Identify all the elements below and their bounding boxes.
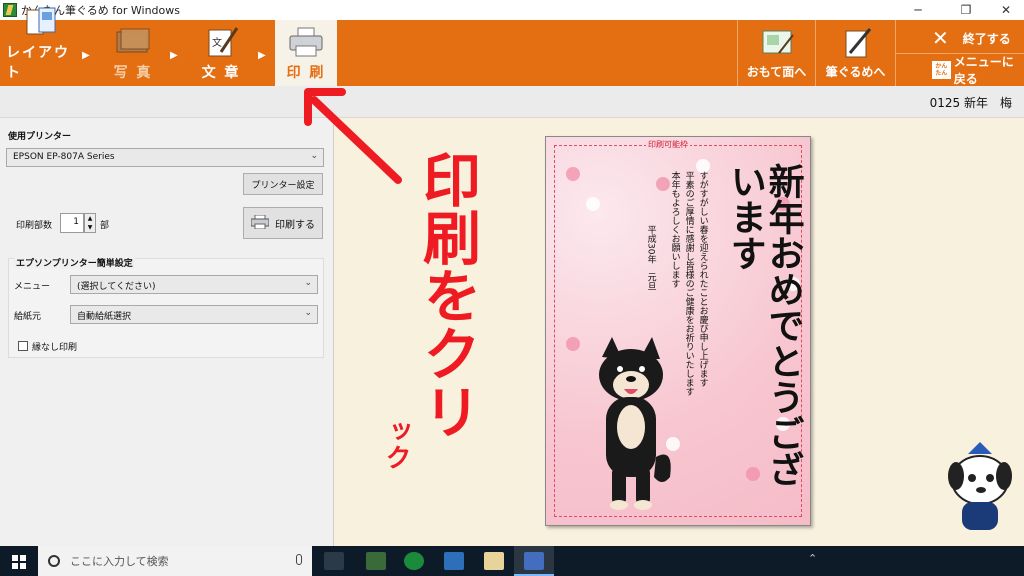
- tab-layout-label: レイアウト: [6, 45, 70, 81]
- text-brush-icon: 文: [199, 24, 243, 60]
- omote-label: おもて面へ: [746, 65, 807, 79]
- taskbar-search-placeholder: ここに入力して検索: [70, 555, 169, 568]
- printer-small-icon: [250, 214, 270, 232]
- tab-layout[interactable]: レイアウト: [6, 7, 76, 86]
- copies-unit: 部: [100, 221, 110, 231]
- mascot-dog-icon: [948, 442, 1012, 530]
- svg-text:文: 文: [212, 36, 222, 49]
- cortana-circle-icon: [48, 555, 60, 567]
- feed-select[interactable]: 自動給紙選択 ⌄: [70, 305, 318, 324]
- app-icon-2[interactable]: [404, 552, 424, 570]
- annotation-text: 印刷をクリ: [413, 150, 481, 440]
- tab-text-label: 文 章: [201, 65, 241, 81]
- windows-taskbar: ここに入力して検索 ⌃: [0, 546, 1024, 576]
- maximize-button[interactable]: ❐: [948, 0, 984, 20]
- windows-start-icon[interactable]: [12, 554, 26, 569]
- chevron-down-icon: ⌄: [304, 308, 312, 318]
- tab-print-label: 印 刷: [286, 65, 326, 81]
- taskbar-search-box[interactable]: ここに入力して検索: [38, 546, 312, 576]
- minimize-button[interactable]: ─: [900, 0, 936, 20]
- document-info-bar: 0125 新年 梅: [0, 86, 1024, 118]
- menu-label: メニュー: [14, 282, 51, 292]
- postcard-preview: 印刷可能枠 新年おめでとうございます すがすがしい春を迎えられたことお慶び申し上…: [545, 136, 811, 526]
- app-icon: [3, 3, 17, 17]
- layout-icon: [19, 4, 63, 40]
- annotation-text-small: ック: [381, 418, 411, 470]
- feed-select-value: 自動給紙選択: [77, 312, 132, 322]
- close-button[interactable]: ✕: [988, 0, 1024, 20]
- print-settings-panel: 使用プリンター EPSON EP-807A Series ⌄ プリンター設定 印…: [0, 118, 334, 546]
- chevron-down-icon: ⌄: [304, 278, 312, 288]
- chevron-up-icon[interactable]: ⌃: [808, 552, 817, 565]
- tab-text[interactable]: 文 文 章: [188, 20, 254, 86]
- menu-select[interactable]: (選択してください) ⌄: [70, 275, 318, 294]
- app-icon-3[interactable]: [444, 552, 464, 570]
- card-message-2: 平素のご厚情に感謝し皆様のご健康をお祈りいたします: [683, 171, 694, 396]
- active-app-highlight: [514, 546, 554, 576]
- annotation-arrow-icon: [304, 88, 402, 184]
- quit-button[interactable]: ✕ 終了する: [924, 26, 1024, 50]
- menu-back-label: メニューに戻る: [953, 55, 1014, 86]
- tab-photo[interactable]: 写 真: [100, 20, 166, 86]
- card-message-1: すがすがしい春を迎えられたことお慶び申し上げます: [697, 171, 708, 387]
- task-view-icon[interactable]: [324, 552, 344, 570]
- chevron-right-icon: ▶: [82, 50, 90, 61]
- fudegurume-icon: [838, 27, 874, 59]
- fudegurume-taskbar-icon[interactable]: [484, 552, 504, 570]
- borderless-checkbox[interactable]: [18, 341, 28, 351]
- print-button-label: 印刷する: [275, 219, 315, 231]
- quit-label: 終了する: [962, 31, 1011, 46]
- copies-input[interactable]: 1: [60, 213, 84, 233]
- fudegurume-label: 筆ぐるめへ: [825, 65, 886, 79]
- borderless-label: 縁なし印刷: [32, 343, 78, 353]
- copies-stepper[interactable]: ▲ ▼: [84, 213, 96, 233]
- photo-icon: [111, 24, 155, 60]
- epson-group-label: エプソンプリンター簡単設定: [14, 256, 135, 269]
- card-date: 平成30年 元旦: [645, 225, 656, 291]
- printer-label: 使用プリンター: [8, 132, 72, 142]
- feed-label: 給紙元: [14, 312, 42, 322]
- postcard-icon: [759, 27, 795, 59]
- menu-select-value: (選択してください): [77, 282, 156, 292]
- printer-icon: [284, 24, 328, 60]
- printer-select[interactable]: EPSON EP-807A Series ⌄: [6, 148, 324, 167]
- fudegurume-button[interactable]: 筆ぐるめへ: [815, 20, 895, 86]
- shiba-dog-illustration: [599, 337, 671, 510]
- menu-back-button[interactable]: かんたん メニューに戻る: [924, 55, 1024, 86]
- title-bar: かんたん筆ぐるめ for Windows ─ ❐ ✕: [0, 0, 1024, 20]
- print-button[interactable]: 印刷する: [243, 207, 323, 239]
- main-toolbar: レイアウト ▶ 写 真 ▶ 文 文 章 ▶ 印 刷 おもて面へ 筆ぐるめへ ✕: [0, 7, 1024, 86]
- document-name: 0125 新年 梅: [929, 96, 1012, 110]
- printer-select-value: EPSON EP-807A Series: [13, 152, 115, 162]
- card-heading: 新年おめでとうございます: [724, 163, 805, 487]
- app-icon-1[interactable]: [366, 552, 386, 570]
- copies-label: 印刷部数: [16, 221, 53, 231]
- chevron-right-icon: ▶: [170, 50, 178, 61]
- tab-photo-label: 写 真: [113, 65, 153, 81]
- right-actions: ✕ 終了する かんたん メニューに戻る: [895, 20, 1024, 86]
- chevron-right-icon: ▶: [258, 50, 266, 61]
- printable-frame-label: 印刷可能枠: [646, 139, 690, 150]
- kantan-badge-icon: かんたん: [932, 61, 951, 79]
- microphone-icon[interactable]: [296, 554, 302, 565]
- omote-button[interactable]: おもて面へ: [737, 20, 815, 86]
- close-x-icon: ✕: [932, 26, 949, 50]
- tab-print[interactable]: 印 刷: [275, 20, 337, 86]
